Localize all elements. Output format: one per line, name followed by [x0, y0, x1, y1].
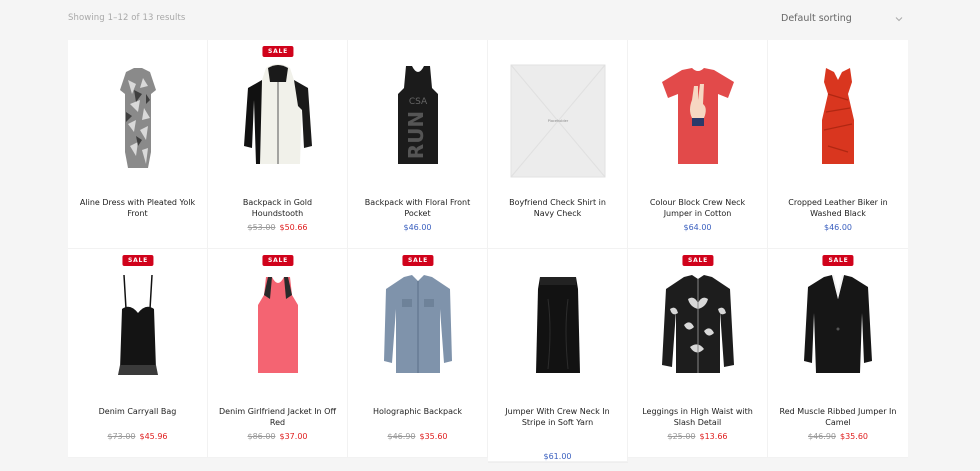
product-price: $64.00	[628, 223, 767, 232]
product-card[interactable]: SALE Leggings in High Waist with Slash D…	[628, 249, 768, 458]
sort-select[interactable]: Default sorting	[781, 11, 907, 27]
product-price: $53.00 $50.66	[208, 223, 347, 232]
product-image[interactable]	[228, 60, 328, 178]
product-title[interactable]: Backpack in Gold Houndstooth	[218, 198, 337, 219]
old-price: $46.90	[808, 432, 836, 441]
sale-price: $37.00	[279, 432, 308, 441]
sale-badge: SALE	[401, 255, 434, 266]
product-grid: Aline Dress with Pleated Yolk Front SALE …	[68, 40, 908, 462]
product-price: $61.00	[488, 452, 627, 461]
product-card[interactable]: Colour Block Crew Neck Jumper in Cotton $…	[628, 40, 768, 249]
regular-price: $46.00	[403, 223, 432, 232]
sort-selected-label: Default sorting	[781, 13, 852, 24]
product-price: $73.00 $45.96	[68, 432, 207, 441]
product-card[interactable]: SALE Denim Carryall Bag $73.00 $45.96	[68, 249, 208, 458]
product-image[interactable]	[648, 269, 748, 387]
product-title[interactable]: Aline Dress with Pleated Yolk Front	[78, 198, 197, 219]
sale-badge: SALE	[681, 255, 714, 266]
product-card[interactable]: Aline Dress with Pleated Yolk Front	[68, 40, 208, 249]
product-image[interactable]: Placeholder	[508, 60, 608, 178]
product-title[interactable]: Boyfriend Check Shirt in Navy Check	[498, 198, 617, 219]
product-price: $46.00	[768, 223, 908, 232]
svg-text:RUN: RUN	[404, 111, 428, 159]
product-card[interactable]: Cropped Leather Biker in Washed Black $46…	[768, 40, 908, 249]
product-image[interactable]	[788, 60, 888, 178]
regular-price: $46.00	[824, 223, 852, 232]
product-title[interactable]: Cropped Leather Biker in Washed Black	[778, 198, 898, 219]
old-price: $46.90	[387, 432, 416, 441]
result-count: Showing 1–12 of 13 results	[68, 13, 186, 23]
sale-badge: SALE	[121, 255, 154, 266]
product-card[interactable]: SALE Backpack in Gold Houndstooth $53.00 $…	[208, 40, 348, 249]
old-price: $86.00	[247, 432, 276, 441]
product-image[interactable]	[508, 269, 608, 387]
product-title[interactable]: Backpack with Floral Front Pocket	[358, 198, 477, 219]
product-image[interactable]	[228, 269, 328, 387]
product-image[interactable]	[368, 269, 468, 387]
product-card[interactable]: Jumper With Crew Neck In Stripe in Soft …	[488, 249, 628, 462]
sale-badge: SALE	[261, 255, 294, 266]
product-price: $46.90 $35.60	[768, 432, 908, 441]
product-title[interactable]: Holographic Backpack	[358, 407, 477, 418]
svg-text:CSA: CSA	[408, 97, 427, 107]
product-title[interactable]: Red Muscle Ribbed Jumper In Camel	[778, 407, 898, 428]
product-title[interactable]: Denim Girlfriend Jacket In Off Red	[218, 407, 337, 428]
product-price: $46.90 $35.60	[348, 432, 487, 441]
sale-badge: SALE	[822, 255, 854, 266]
product-title[interactable]: Leggings in High Waist with Slash Detail	[638, 407, 757, 428]
product-price: $46.00	[348, 223, 487, 232]
old-price: $73.00	[107, 432, 136, 441]
product-card[interactable]: SALE Holographic Backpack $46.90 $35.60	[348, 249, 488, 458]
sale-price: $35.60	[840, 432, 868, 441]
product-card[interactable]: Placeholder Boyfriend Check Shirt in Navy…	[488, 40, 628, 249]
chevron-down-icon	[894, 14, 904, 24]
sale-price: $50.66	[279, 223, 308, 232]
placeholder-label: Placeholder	[547, 119, 568, 123]
regular-price: $61.00	[543, 452, 572, 461]
product-image[interactable]	[788, 269, 888, 387]
product-image[interactable]	[648, 60, 748, 178]
product-card[interactable]: SALE Red Muscle Ribbed Jumper In Camel $4…	[768, 249, 908, 458]
sale-price: $13.66	[699, 432, 728, 441]
product-title[interactable]: Denim Carryall Bag	[78, 407, 197, 418]
old-price: $25.00	[667, 432, 696, 441]
product-card[interactable]: SALE Denim Girlfriend Jacket In Off Red $…	[208, 249, 348, 458]
product-card[interactable]: CSA RUN Backpack with Floral Front Pocket…	[348, 40, 488, 249]
sale-price: $35.60	[419, 432, 448, 441]
sale-badge: SALE	[261, 46, 294, 57]
product-image[interactable]: CSA RUN	[368, 60, 468, 178]
product-title[interactable]: Colour Block Crew Neck Jumper in Cotton	[638, 198, 757, 219]
product-title[interactable]: Jumper With Crew Neck In Stripe in Soft …	[498, 407, 617, 428]
old-price: $53.00	[247, 223, 276, 232]
sale-price: $45.96	[139, 432, 168, 441]
product-image[interactable]	[88, 60, 188, 178]
product-price: $86.00 $37.00	[208, 432, 347, 441]
product-price: $25.00 $13.66	[628, 432, 767, 441]
regular-price: $64.00	[683, 223, 712, 232]
product-image[interactable]	[88, 269, 188, 387]
